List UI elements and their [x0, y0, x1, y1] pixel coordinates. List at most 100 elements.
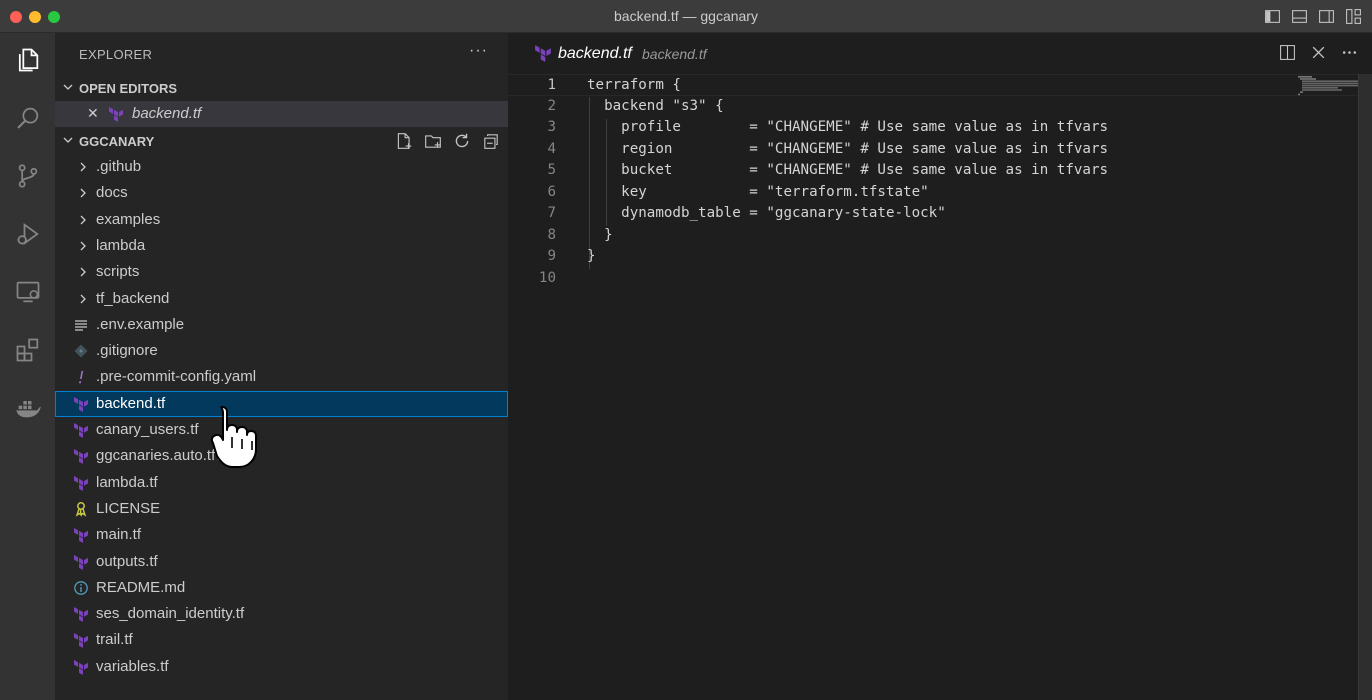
- code-line[interactable]: 7 dynamodb_table = "ggcanary-state-lock": [508, 203, 1358, 225]
- toggle-secondary-sidebar-icon[interactable]: [1318, 8, 1335, 25]
- git-file-icon: [74, 344, 88, 358]
- explorer-activity[interactable]: [0, 35, 55, 85]
- file-item[interactable]: .pre-commit-config.yaml: [55, 364, 508, 390]
- chevron-right-icon: [80, 267, 86, 277]
- file-item[interactable]: .gitignore: [55, 338, 508, 364]
- folder-item[interactable]: docs: [55, 180, 508, 206]
- source-control-activity[interactable]: [0, 151, 55, 201]
- collapse-all-icon[interactable]: [482, 132, 500, 150]
- line-text: bucket = "CHANGEME" # Use same value as …: [587, 162, 1109, 178]
- code-line[interactable]: 3 profile = "CHANGEME" # Use same value …: [508, 117, 1358, 139]
- code-line[interactable]: 8 }: [508, 225, 1358, 247]
- open-editors-label: OPEN EDITORS: [79, 81, 178, 96]
- run-debug-activity[interactable]: [0, 209, 55, 259]
- editor-tab-label[interactable]: backend.tf: [558, 45, 632, 63]
- code-line[interactable]: 9}: [508, 246, 1358, 268]
- file-item[interactable]: canary_users.tf: [55, 417, 508, 443]
- terraform-file-icon: [109, 107, 123, 122]
- minimap[interactable]: [1298, 76, 1358, 96]
- code-line[interactable]: 4 region = "CHANGEME" # Use same value a…: [508, 139, 1358, 161]
- folder-item[interactable]: scripts: [55, 259, 508, 285]
- file-item[interactable]: ses_domain_identity.tf: [55, 601, 508, 627]
- item-label: docs: [96, 184, 128, 202]
- new-file-icon[interactable]: [395, 132, 413, 150]
- file-item[interactable]: LICENSE: [55, 496, 508, 522]
- terraform-file-icon: [74, 528, 88, 544]
- file-item[interactable]: backend.tf: [55, 390, 508, 417]
- item-label: variables.tf: [96, 657, 169, 675]
- open-editors-section-header[interactable]: OPEN EDITORS: [55, 75, 508, 101]
- item-label: scripts: [96, 263, 140, 281]
- terraform-file-icon: [74, 607, 88, 623]
- item-label: .pre-commit-config.yaml: [96, 368, 257, 386]
- chevron-right-icon: [80, 241, 86, 251]
- close-editor-icon[interactable]: [1310, 44, 1327, 61]
- line-text: backend "s3" {: [587, 97, 724, 114]
- line-number: 5: [547, 162, 556, 178]
- folder-item[interactable]: .github: [55, 154, 508, 180]
- search-activity[interactable]: [0, 93, 55, 143]
- line-text: profile = "CHANGEME" # Use same value as…: [587, 119, 1109, 135]
- terraform-file-icon: [74, 449, 88, 465]
- extensions-activity[interactable]: [0, 325, 55, 375]
- file-item[interactable]: trail.tf: [55, 627, 508, 653]
- split-editor-icon[interactable]: [1279, 44, 1296, 61]
- item-label: .gitignore: [96, 342, 158, 360]
- folder-item[interactable]: tf_backend: [55, 286, 508, 312]
- source-control-icon: [14, 162, 42, 190]
- more-actions-icon[interactable]: [1341, 44, 1358, 61]
- line-number: 4: [547, 140, 556, 157]
- editor-area: backend.tf backend.tf 1 terraform {2 back…: [508, 33, 1372, 700]
- code-line[interactable]: 2 backend "s3" {: [508, 96, 1358, 118]
- file-item[interactable]: main.tf: [55, 522, 508, 548]
- search-icon: [14, 104, 42, 132]
- code-editor[interactable]: 1 terraform {2 backend "s3" {3 profile = …: [508, 74, 1372, 700]
- chevron-right-icon: [80, 162, 86, 172]
- customize-layout-icon[interactable]: [1345, 8, 1362, 25]
- info-file-icon: [74, 580, 88, 595]
- close-editor-icon[interactable]: ✕: [87, 105, 99, 122]
- folder-item[interactable]: examples: [55, 207, 508, 233]
- item-label: examples: [96, 210, 161, 228]
- editor-tab-bar: backend.tf backend.tf: [508, 33, 1372, 73]
- line-number: 1: [547, 77, 556, 93]
- item-label: main.tf: [96, 526, 142, 544]
- more-actions-icon[interactable]: ···: [469, 42, 488, 60]
- workspace-section-header[interactable]: GGCANARY: [55, 128, 508, 154]
- toggle-panel-icon[interactable]: [1291, 8, 1308, 25]
- file-item[interactable]: README.md: [55, 575, 508, 601]
- code-line[interactable]: 5 bucket = "CHANGEME" # Use same value a…: [508, 160, 1358, 182]
- run-debug-icon: [14, 220, 42, 248]
- new-folder-icon[interactable]: [424, 132, 442, 150]
- open-editor-item[interactable]: ✕ backend.tf: [55, 101, 508, 127]
- folder-item[interactable]: lambda: [55, 233, 508, 259]
- activity-bar: [0, 33, 55, 700]
- open-editor-label: backend.tf: [132, 105, 202, 122]
- item-label: LICENSE: [96, 499, 161, 517]
- code-line[interactable]: 1 terraform {: [508, 74, 1358, 96]
- terraform-file-icon: [74, 633, 88, 649]
- refresh-icon[interactable]: [453, 132, 471, 150]
- file-item[interactable]: outputs.tf: [55, 549, 508, 575]
- text-file-icon: [75, 320, 87, 331]
- line-text: region = "CHANGEME" # Use same value as …: [587, 140, 1109, 157]
- file-item[interactable]: .env.example: [55, 312, 508, 338]
- file-item[interactable]: ggcanaries.auto.tfvars: [55, 443, 508, 469]
- terraform-file-icon: [74, 554, 88, 570]
- item-label: .github: [96, 158, 142, 175]
- window-title: backend.tf — ggcanary: [614, 8, 758, 24]
- docker-activity[interactable]: [0, 383, 55, 433]
- code-line[interactable]: 6 key = "terraform.tfstate": [508, 182, 1358, 204]
- editor-scroll-thumb[interactable]: [1358, 74, 1372, 700]
- code-line[interactable]: 10: [508, 268, 1358, 290]
- remote-explorer-activity[interactable]: [0, 267, 55, 317]
- item-label: ses_domain_identity.tf: [96, 605, 245, 623]
- terraform-file-icon: [535, 45, 551, 62]
- explorer-title: EXPLORER: [79, 47, 153, 62]
- toggle-primary-sidebar-icon[interactable]: [1264, 8, 1281, 25]
- file-item[interactable]: lambda.tf: [55, 470, 508, 496]
- line-number: 2: [547, 97, 556, 114]
- terraform-file-icon: [74, 659, 88, 675]
- file-item[interactable]: variables.tf: [55, 654, 508, 680]
- editor-tab-description: backend.tf: [642, 46, 707, 62]
